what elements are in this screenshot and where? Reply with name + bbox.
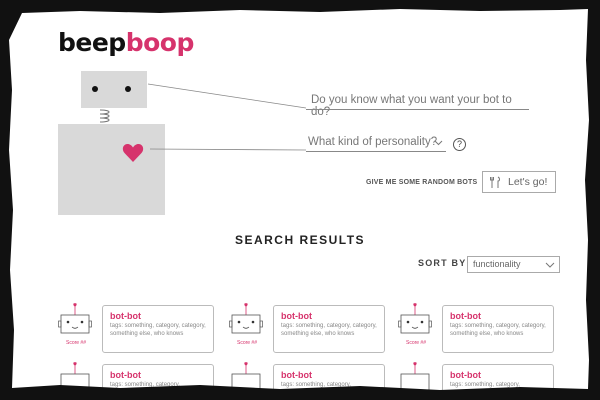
- bot-card-title: bot-bot: [450, 370, 481, 380]
- bot-card-tags: tags: something, category, category, som…: [110, 323, 206, 337]
- bot-card-title: bot-bot: [450, 311, 481, 321]
- bot-avatar-icon: [60, 362, 90, 393]
- bot-avatar-icon: [229, 303, 263, 334]
- bot-avatar-icon: [58, 303, 92, 334]
- bot-card-tags: tags: something, category, category, som…: [281, 323, 377, 337]
- score-label: Score ##: [405, 340, 426, 346]
- chevron-down-icon: [434, 140, 443, 146]
- bot-avatar-icon: [398, 303, 432, 334]
- bot-card-title: bot-bot: [281, 370, 312, 380]
- bot-card-title: bot-bot: [281, 311, 312, 321]
- sort-select[interactable]: functionality: [467, 256, 560, 273]
- personality-select[interactable]: What kind of personality?: [306, 134, 446, 152]
- tools-icon: [490, 176, 500, 188]
- search-results-title: SEARCH RESULTS: [234, 233, 366, 247]
- random-bots-label[interactable]: GIVE ME SOME RANDOM BOTS: [366, 179, 477, 186]
- bot-card-tags: tags: something, category,: [281, 382, 351, 388]
- bot-goal-placeholder: Do you know what you want your bot to do…: [311, 94, 512, 118]
- bot-card[interactable]: bot-bot tags: something, category,: [273, 364, 385, 400]
- chevron-down-icon: [545, 262, 555, 268]
- score-label: Score ##: [65, 340, 86, 346]
- bot-card-tags: tags: something, category,: [450, 382, 520, 388]
- help-icon[interactable]: ?: [453, 138, 466, 151]
- sort-by-label: SORT BY: [418, 258, 467, 268]
- bot-card-tags: tags: something, category,: [110, 382, 180, 388]
- app-canvas: beepboop Do you know what you want your …: [0, 0, 600, 400]
- bot-card-title: bot-bot: [110, 311, 141, 321]
- bot-card[interactable]: bot-bot tags: something, category, categ…: [273, 305, 385, 353]
- lets-go-button[interactable]: Let's go!: [482, 171, 556, 193]
- bot-avatar-icon: [231, 362, 261, 393]
- bot-card[interactable]: bot-bot tags: something, category,: [442, 364, 554, 400]
- bot-avatar-icon: [400, 362, 430, 393]
- personality-underline: [306, 151, 446, 152]
- bot-card-tags: tags: something, category, category, som…: [450, 323, 546, 337]
- bot-card[interactable]: bot-bot tags: something, category,: [102, 364, 214, 400]
- bot-goal-underline: [306, 109, 529, 110]
- sort-select-value: functionality: [473, 259, 521, 269]
- bot-card-title: bot-bot: [110, 370, 141, 380]
- score-label: Score ##: [236, 340, 257, 346]
- bot-card[interactable]: bot-bot tags: something, category, categ…: [102, 305, 214, 353]
- bot-card[interactable]: bot-bot tags: something, category, categ…: [442, 305, 554, 353]
- bot-goal-input[interactable]: Do you know what you want your bot to do…: [306, 92, 529, 118]
- personality-placeholder: What kind of personality?: [308, 136, 438, 148]
- lets-go-label: Let's go!: [508, 176, 548, 188]
